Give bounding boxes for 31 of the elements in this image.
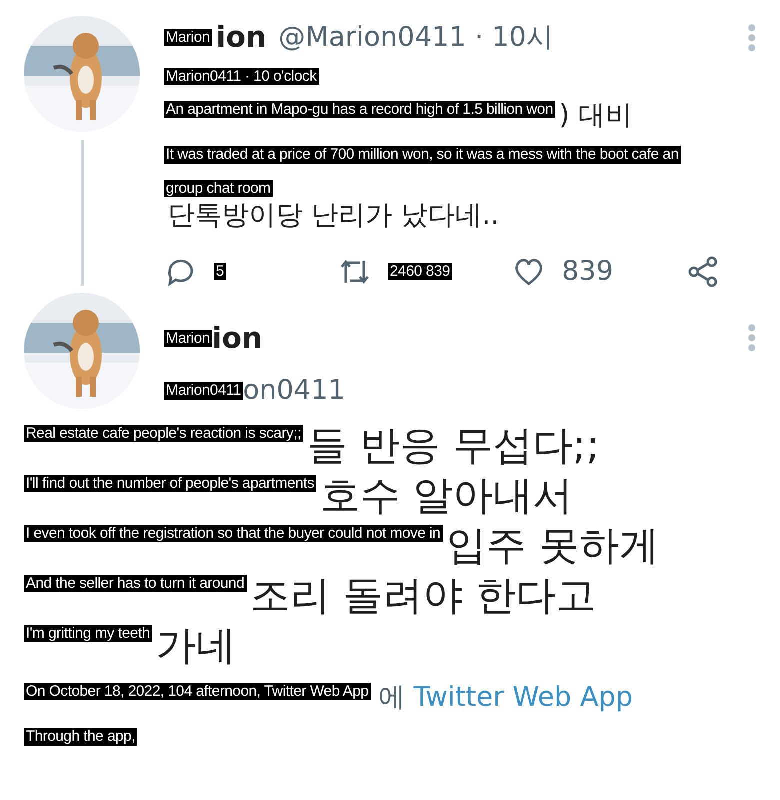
tweet-text: 입주 못하게	[446, 524, 660, 567]
tweet-text: 들 반응 무섭다;;	[307, 424, 600, 467]
share-icon[interactable]	[686, 254, 720, 289]
handle: on0411	[243, 376, 346, 406]
translation-label: Real estate cafe people's reaction is scary;;	[24, 424, 304, 442]
translation-label: It was traded at a price of 700 million won, so it was a mess with the boot cafe an	[164, 146, 681, 164]
display-name: ion	[212, 320, 263, 357]
translation-label: An apartment in Mapo-gu has a record high of 1.5 billion won	[164, 100, 556, 118]
translation-label: I even took off the registration so that the buyer could not move in	[24, 524, 443, 542]
tweet-text: 호수 알아내서	[320, 474, 574, 517]
display-name: ion	[216, 19, 267, 56]
tweet-text: 단톡방이당 난리가 났다네..	[168, 200, 500, 231]
translation-label: Through the app,	[24, 728, 138, 746]
translation-label: Marion	[164, 29, 212, 46]
translation-label: Marion	[164, 330, 212, 347]
translation-label: Marion0411 · 10 o'clock	[164, 68, 319, 85]
translation-label: And the seller has to turn it around	[24, 574, 247, 592]
tweet-text: 조리 돌려야 한다고	[250, 574, 596, 617]
handle: @Marion0411 · 10시	[278, 22, 554, 53]
translation-label: On October 18, 2022, 104 afternoon, Twitter Web App	[24, 682, 371, 700]
tweet-text: 가네	[156, 624, 236, 667]
tweet-text: ) 대비	[559, 100, 632, 130]
translation-label: Marion0411	[164, 382, 244, 400]
count: 839	[562, 256, 614, 286]
source-link[interactable]: Twitter Web App	[414, 682, 633, 712]
count: 2460 839	[388, 263, 452, 280]
count: 5	[214, 263, 226, 280]
translation-label: I'll find out the number of people's apartments	[24, 474, 316, 492]
tweet-meta: 에	[378, 682, 406, 712]
translation-label: I'm gritting my teeth	[24, 624, 152, 642]
translation-label: group chat room	[164, 180, 273, 197]
